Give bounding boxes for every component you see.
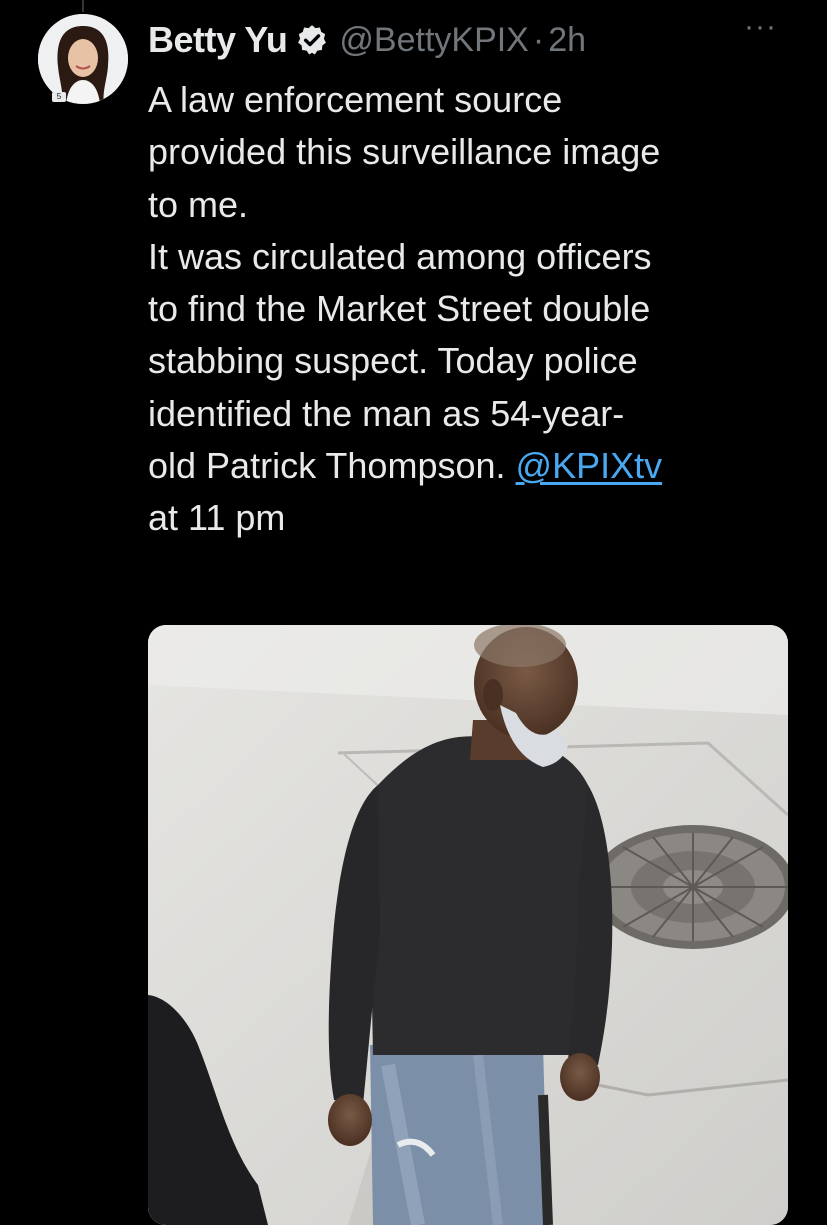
tweet-text-line: to me.	[148, 183, 249, 225]
author-display-name[interactable]: Betty Yu	[148, 19, 288, 61]
tweet-text-segment: old Patrick Thompson.	[148, 445, 506, 487]
subject-jeans	[370, 1045, 548, 1225]
more-options-icon[interactable]: ···	[744, 10, 777, 44]
tweet-text-line: to find the Market Street double	[148, 288, 651, 330]
author-avatar[interactable]	[38, 14, 128, 104]
author-handle[interactable]: @BettyKPIX	[339, 21, 528, 60]
tweet-text-line: stabbing suspect. Today police	[148, 340, 638, 382]
tweet-text-line-with-mention: old Patrick Thompson. @KPIXtv	[148, 440, 808, 492]
tweet-header: Betty Yu @BettyKPIX · 2h	[148, 14, 811, 66]
meta-separator: ·	[532, 20, 545, 59]
mention-link[interactable]: @KPIXtv	[516, 445, 663, 486]
subject-head	[474, 625, 578, 739]
thread-connector-line	[82, 0, 84, 12]
manhole-cover	[591, 825, 788, 949]
tweet-text-line: at 11 pm	[148, 497, 286, 539]
tweet-text-line: provided this surveillance image	[148, 131, 661, 173]
tweet-body: A law enforcement source provided this s…	[148, 74, 808, 545]
tweet-text-line: A law enforcement source	[148, 79, 563, 120]
tweet-text-line: It was circulated among officers	[148, 235, 652, 277]
verified-badge-icon	[295, 23, 329, 57]
tweet-media-photo[interactable]	[148, 625, 788, 1225]
tweet-text-line: identified the man as 54-year-	[148, 392, 625, 434]
tweet-timestamp[interactable]: 2h	[548, 21, 586, 60]
avatar-badge: 5	[52, 92, 66, 102]
